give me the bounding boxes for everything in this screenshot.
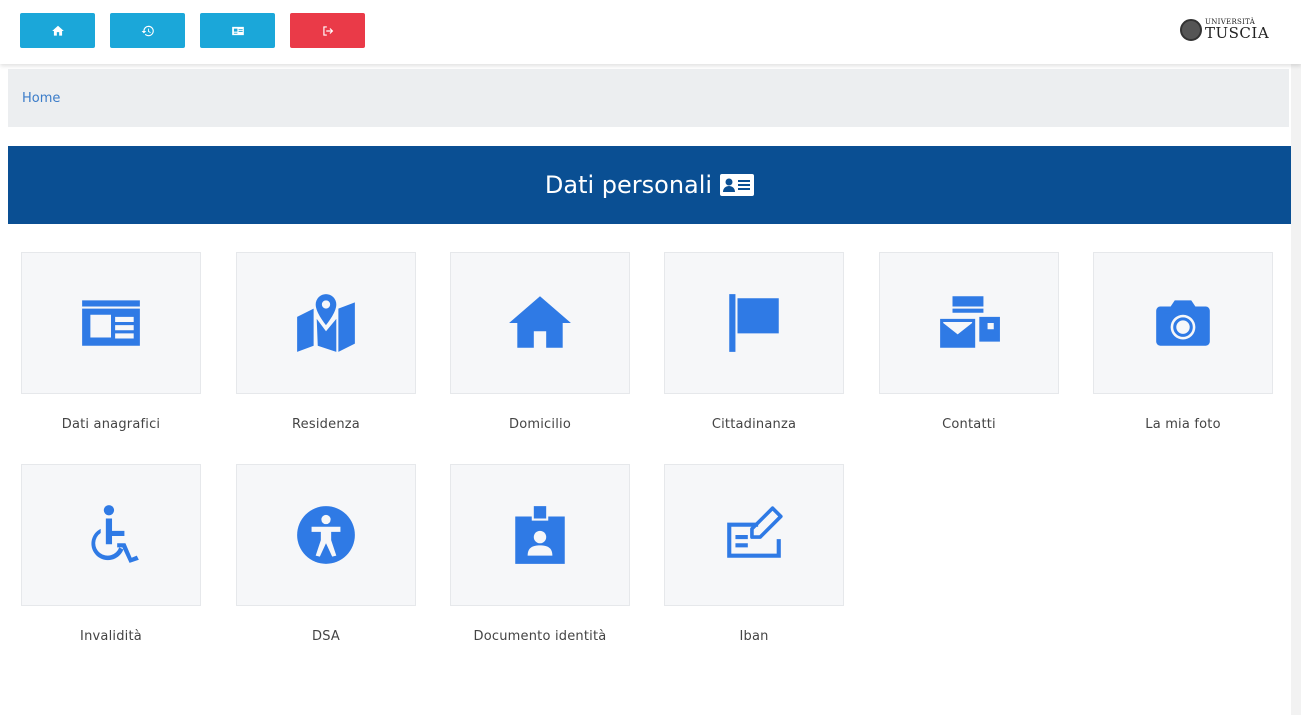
home-button[interactable] <box>20 13 95 48</box>
id-card-icon <box>82 300 140 346</box>
tile-residenza[interactable]: Residenza <box>236 252 416 432</box>
top-bar: UNIVERSITÀ TUSCIA <box>0 0 1301 64</box>
tile-box[interactable] <box>879 252 1059 394</box>
id-card-icon <box>720 174 755 196</box>
breadcrumb-home-link[interactable]: Home <box>22 91 60 106</box>
page-title: Dati personali <box>544 171 713 199</box>
scrollbar[interactable] <box>1291 64 1301 715</box>
tile-box[interactable] <box>236 252 416 394</box>
id-card-icon <box>231 26 244 35</box>
tile-label: Iban <box>739 629 769 644</box>
tile-box[interactable] <box>664 252 844 394</box>
tile-label: Domicilio <box>509 417 571 432</box>
tile-domicilio[interactable]: Domicilio <box>450 252 630 432</box>
history-icon <box>141 25 154 36</box>
tile-iban[interactable]: Iban <box>664 464 844 644</box>
tile-contatti[interactable]: Contatti <box>879 252 1059 432</box>
tile-box[interactable] <box>21 464 201 606</box>
sign-out-icon <box>322 25 333 36</box>
money-check-edit-icon <box>727 506 783 558</box>
tile-label: Contatti <box>942 417 996 432</box>
tile-label: DSA <box>312 629 340 644</box>
universal-access-icon <box>297 506 355 564</box>
home-icon <box>51 25 64 36</box>
home-icon <box>509 296 571 348</box>
flag-icon <box>729 294 779 352</box>
tile-la-mia-foto[interactable]: La mia foto <box>1093 252 1273 432</box>
tile-box[interactable] <box>450 464 630 606</box>
map-marker-icon <box>297 294 355 352</box>
tile-label: Residenza <box>292 417 360 432</box>
page-banner: Dati personali <box>8 146 1291 224</box>
history-button[interactable] <box>110 13 185 48</box>
tile-box[interactable] <box>21 252 201 394</box>
tile-box[interactable] <box>1093 252 1273 394</box>
mail-bulk-icon <box>940 296 1000 348</box>
tile-documento-identita[interactable]: Documento identità <box>450 464 630 644</box>
tile-label: Dati anagrafici <box>61 417 161 432</box>
tile-label: Invalidità <box>80 629 142 644</box>
tile-label: Cittadinanza <box>711 417 797 432</box>
tile-label: La mia foto <box>1145 417 1221 432</box>
camera-icon <box>1156 300 1210 346</box>
tile-box[interactable] <box>236 464 416 606</box>
university-seal <box>1180 19 1202 41</box>
tile-dsa[interactable]: DSA <box>236 464 416 644</box>
university-logo: UNIVERSITÀ TUSCIA <box>1180 12 1269 48</box>
tile-label: Documento identità <box>473 629 607 644</box>
tile-cittadinanza[interactable]: Cittadinanza <box>664 252 844 432</box>
tile-invalidita[interactable]: Invalidità <box>21 464 201 644</box>
id-badge-icon <box>515 506 565 564</box>
tile-box[interactable] <box>450 252 630 394</box>
tile-dati-anagrafici[interactable]: Dati anagrafici <box>21 252 201 432</box>
id-card-button[interactable] <box>200 13 275 48</box>
tile-box[interactable] <box>664 464 844 606</box>
logout-button[interactable] <box>290 13 365 48</box>
breadcrumb: Home <box>8 69 1289 127</box>
logo-text-big: TUSCIA <box>1205 24 1270 42</box>
wheelchair-icon <box>91 505 139 563</box>
